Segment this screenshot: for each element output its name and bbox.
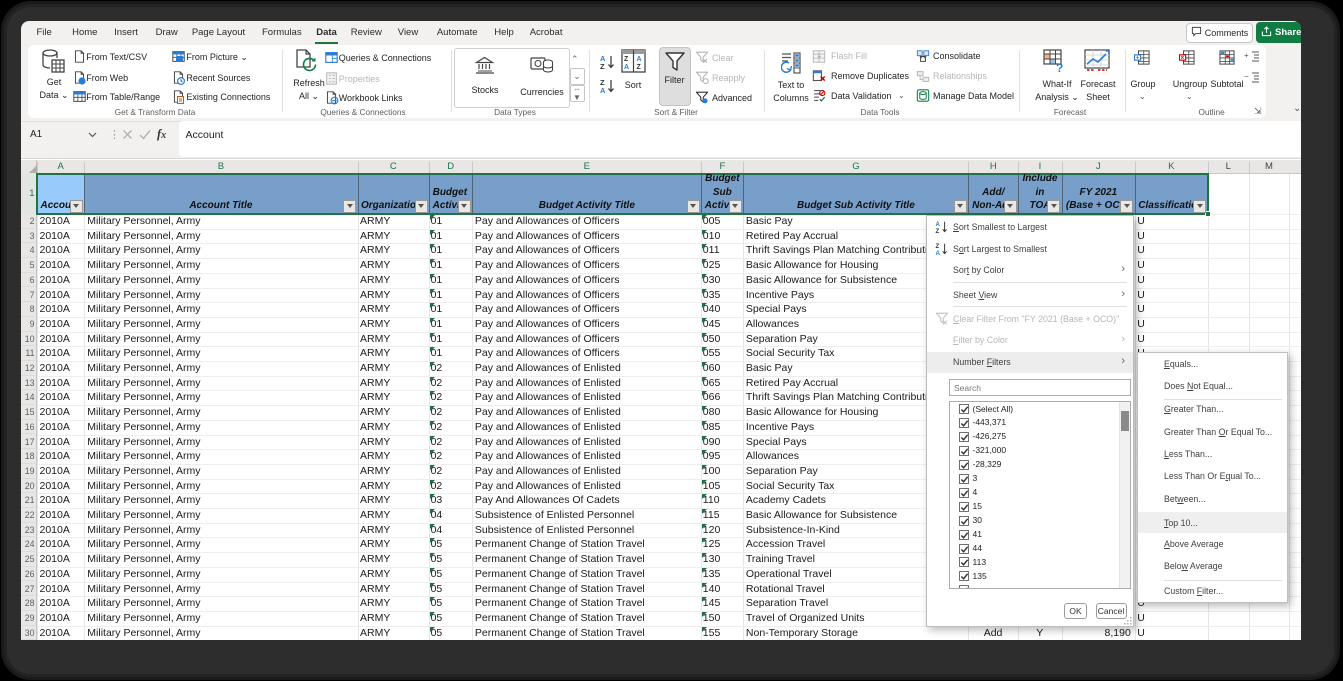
svg-text:Z: Z [935, 228, 939, 234]
svg-text:Z: Z [600, 62, 605, 71]
svg-text:A: A [935, 221, 940, 228]
svg-text:+: + [1136, 54, 1140, 61]
svg-text:A: A [600, 86, 606, 95]
svg-text:Z: Z [935, 243, 939, 250]
svg-text:?: ? [1056, 61, 1063, 73]
svg-text:A: A [637, 56, 642, 63]
svg-text:Z: Z [624, 56, 629, 63]
svg-text:Z: Z [637, 64, 642, 71]
svg-text:A: A [624, 64, 629, 71]
svg-text:+: + [1244, 51, 1249, 60]
svg-text:−: − [1244, 72, 1249, 81]
svg-text:A: A [935, 250, 940, 256]
svg-text:×: × [1181, 54, 1185, 61]
